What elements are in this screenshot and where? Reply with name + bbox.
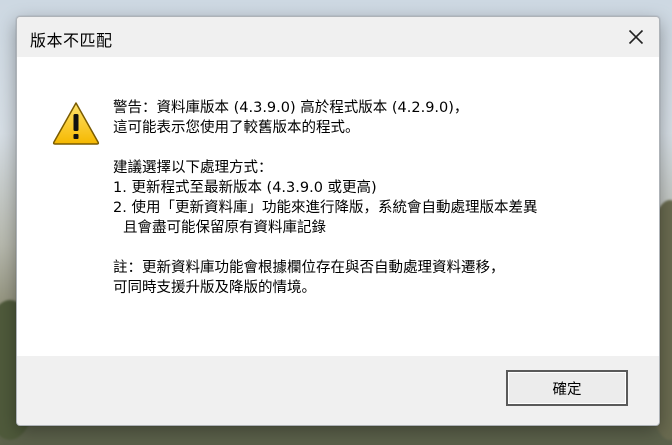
message-line: 1. 更新程式至最新版本 (4.3.9.0 或更高) <box>113 180 377 196</box>
dialog-title: 版本不匹配 <box>30 31 113 50</box>
ok-button[interactable]: 確定 <box>506 370 628 406</box>
message-line: 2. 使用「更新資料庫」功能來進行降版，系統會自動處理版本差異 <box>113 200 538 216</box>
version-mismatch-dialog: 版本不匹配 警告：資料庫版本 (4.3.9.0) 高於程式版本 (4.2.9.0… <box>16 16 660 426</box>
message-line: 可同時支援升版及降版的情境。 <box>113 280 316 296</box>
message-line: 警告：資料庫版本 (4.3.9.0) 高於程式版本 (4.2.9.0)， <box>113 100 469 116</box>
close-button[interactable] <box>621 23 651 51</box>
message-line: 這可能表示您使用了較舊版本的程式。 <box>113 120 360 136</box>
message-line: 建議選擇以下處理方式： <box>113 160 273 176</box>
title-bar: 版本不匹配 <box>17 17 659 57</box>
message-line: 且會盡可能保留原有資料庫記錄 <box>123 220 326 236</box>
message-line: 註：更新資料庫功能會根據欄位存在與否自動處理資料遷移， <box>113 260 505 276</box>
close-icon <box>628 29 644 45</box>
warning-icon <box>52 102 100 145</box>
dialog-content: 警告：資料庫版本 (4.3.9.0) 高於程式版本 (4.2.9.0)， 這可能… <box>17 57 659 356</box>
message-text: 警告：資料庫版本 (4.3.9.0) 高於程式版本 (4.2.9.0)， 這可能… <box>113 98 643 298</box>
dialog-footer: 確定 <box>17 356 659 425</box>
